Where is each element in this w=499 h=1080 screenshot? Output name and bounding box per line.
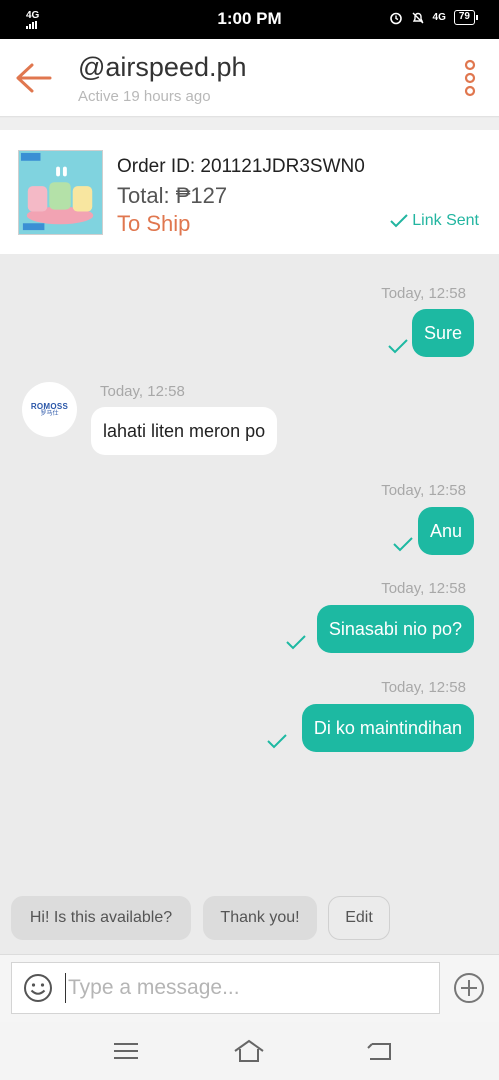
message-timestamp: Today, 12:58 (381, 580, 466, 597)
message-input[interactable] (65, 973, 425, 1003)
check-icon (390, 214, 408, 228)
home-icon[interactable] (233, 1038, 265, 1064)
sent-check-icon (267, 734, 287, 749)
order-total: Total: ₱127 (117, 183, 228, 208)
message-bubble-outgoing[interactable]: Sure (411, 309, 474, 357)
active-status: Active 19 hours ago (78, 88, 211, 105)
order-id: Order ID: 201121JDR3SWN0 (117, 156, 365, 177)
message-text: lahati liten meron po (103, 421, 266, 441)
message-bubble-outgoing[interactable]: Anu (417, 507, 474, 555)
message-bubble-outgoing[interactable]: Sinasabi nio po? (316, 605, 474, 653)
sent-check-icon (393, 537, 413, 552)
muted-bell-icon (412, 12, 424, 23)
chat-title: @airspeed.ph (78, 52, 247, 82)
mobile-data-label: 4G (432, 12, 446, 23)
status-icons: 4G 79 (389, 10, 479, 25)
quick-reply-button[interactable]: Thank you! (203, 896, 317, 940)
emoji-icon[interactable] (23, 973, 53, 1003)
link-sent-status: Link Sent (390, 212, 479, 230)
message-bubble-incoming[interactable]: lahati liten meron po (91, 407, 278, 455)
message-timestamp: Today, 12:58 (381, 679, 466, 696)
chat-header: @airspeed.ph Active 19 hours ago (0, 39, 499, 117)
message-timestamp: Today, 12:58 (381, 482, 466, 499)
more-options-icon[interactable] (463, 59, 477, 97)
message-timestamp: Today, 12:58 (381, 285, 466, 302)
message-text: Sure (423, 323, 462, 343)
status-bar: 4G 1:00 PM 4G 79 (0, 0, 499, 39)
avatar-brand-sub: 罗马仕 (40, 411, 59, 417)
order-status: To Ship (117, 211, 191, 236)
separator (0, 118, 499, 130)
product-thumbnail (18, 150, 103, 235)
link-sent-label: Link Sent (412, 212, 479, 229)
message-list: Today, 12:58 Sure ROMOSS 罗马仕 Today, 12:5… (0, 254, 499, 954)
back-nav-icon[interactable] (364, 1038, 396, 1064)
system-navigation-bar (0, 1022, 499, 1080)
alarm-icon (389, 12, 402, 24)
avatar-brand: ROMOSS (30, 402, 69, 411)
message-text: Sinasabi nio po? (328, 619, 462, 639)
message-text: Anu (429, 521, 462, 541)
seller-avatar[interactable]: ROMOSS 罗马仕 (22, 382, 77, 437)
message-bubble-outgoing[interactable]: Di ko maintindihan (301, 704, 474, 752)
sent-check-icon (286, 635, 306, 650)
message-composer (0, 954, 499, 1022)
add-attachment-icon[interactable] (453, 972, 485, 1004)
order-card[interactable]: Order ID: 201121JDR3SWN0 Total: ₱127 To … (0, 130, 499, 254)
edit-quick-replies-button[interactable]: Edit (328, 896, 390, 940)
quick-reply-button[interactable]: Hi! Is this available? (11, 896, 191, 940)
battery-level: 79 (458, 11, 470, 22)
message-timestamp: Today, 12:58 (100, 383, 185, 400)
back-arrow-icon[interactable] (14, 61, 54, 95)
message-text: Di ko maintindihan (313, 718, 462, 738)
sent-check-icon (388, 339, 408, 354)
battery-icon: 79 (453, 10, 479, 25)
message-input-box[interactable] (11, 962, 440, 1014)
menu-icon[interactable] (110, 1038, 142, 1064)
